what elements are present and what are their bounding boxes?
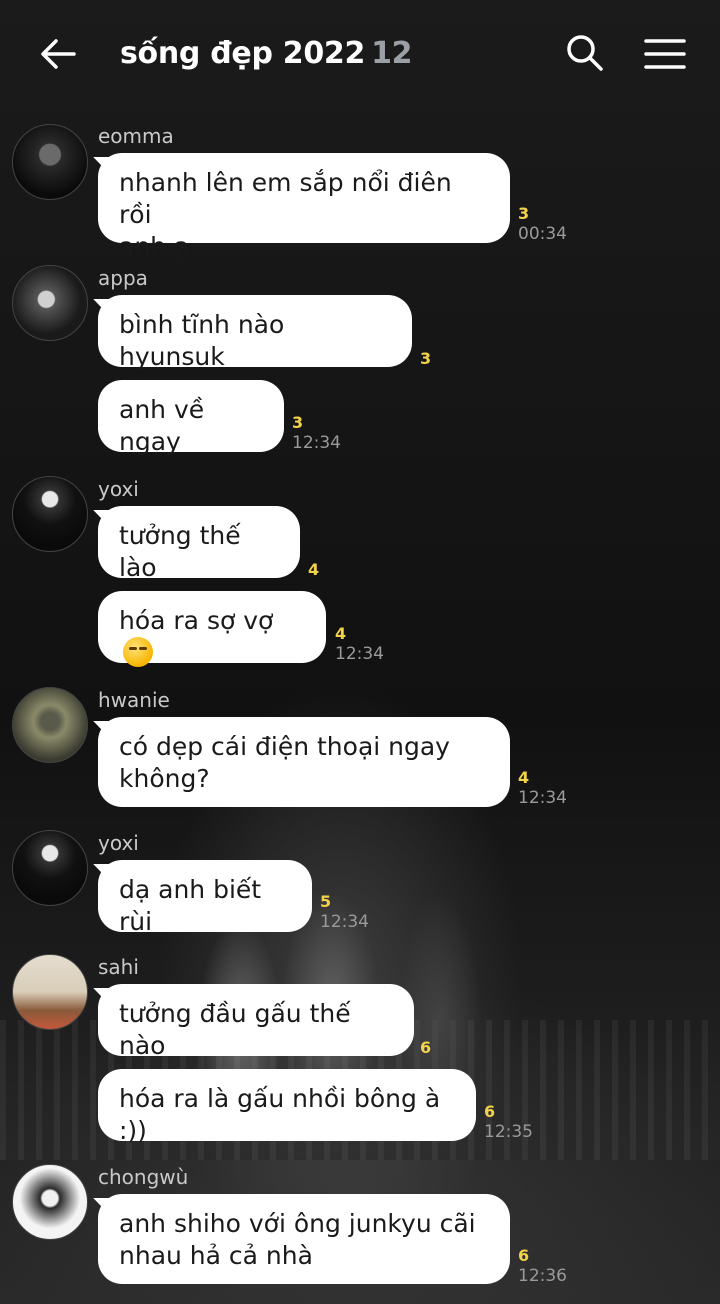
avatar-sahi[interactable]: [12, 954, 88, 1030]
unread-count: 5: [320, 892, 332, 911]
message-time: 12:35: [484, 1122, 533, 1142]
message-time: 12:34: [320, 912, 369, 932]
sender-name: appa: [98, 266, 148, 290]
avatar-yoxi[interactable]: [12, 830, 88, 906]
sender-name: sahi: [98, 955, 139, 979]
unread-count: 4: [335, 624, 347, 643]
message-time: 00:34: [518, 224, 567, 244]
sender-name: eomma: [98, 124, 174, 148]
message-time: 12:34: [518, 788, 567, 808]
message-bubble[interactable]: tưởng đầu gấu thế nào: [98, 984, 414, 1060]
message-line: anh shiho với ông junkyu cãi: [119, 1209, 476, 1238]
message-line: anh ạ: [119, 232, 190, 261]
hamburger-menu-icon[interactable]: [644, 38, 686, 70]
avatar-chongwu[interactable]: [12, 1164, 88, 1240]
message-line: nhau hả cả nhà: [119, 1241, 313, 1270]
unread-count: 4: [308, 560, 320, 579]
unread-count: 4: [518, 768, 530, 787]
sender-name: hwanie: [98, 688, 170, 712]
message-line: không?: [119, 764, 210, 793]
message-text: anh về ngay: [119, 395, 205, 456]
unread-count: 6: [518, 1246, 530, 1265]
message-text: tưởng thế lào: [119, 521, 241, 582]
unread-count: 6: [484, 1102, 496, 1121]
avatar-eomma[interactable]: [12, 124, 88, 200]
message-text: bình tĩnh nào hyunsuk: [119, 310, 285, 371]
message-time: 12:34: [335, 644, 384, 664]
chat-header: sống đẹp 2022 12: [0, 0, 720, 108]
sender-name: chongwù: [98, 1165, 189, 1189]
message-bubble[interactable]: hóa ra sợ vợ: [98, 591, 326, 667]
message-time: 12:36: [518, 1266, 567, 1286]
message-bubble[interactable]: hóa ra là gấu nhồi bông à :)): [98, 1069, 476, 1145]
search-icon[interactable]: [566, 34, 604, 72]
sender-name: yoxi: [98, 477, 139, 501]
avatar-hwanie[interactable]: [12, 687, 88, 763]
message-bubble[interactable]: nhanh lên em sắp nổi điên rồi anh ạ: [98, 153, 510, 261]
unread-count: 3: [518, 204, 530, 223]
message-text: hóa ra sợ vợ: [119, 606, 274, 635]
message-bubble[interactable]: anh về ngay: [98, 380, 284, 456]
chat-title: sống đẹp 2022 12: [120, 36, 413, 71]
arrow-left-icon[interactable]: [38, 36, 78, 72]
group-name: sống đẹp 2022: [120, 36, 366, 71]
message-line: nhanh lên em sắp nổi điên rồi: [119, 168, 452, 229]
message-text: hóa ra là gấu nhồi bông à :)): [119, 1084, 441, 1145]
avatar-yoxi[interactable]: [12, 476, 88, 552]
sender-name: yoxi: [98, 831, 139, 855]
member-count: 12: [371, 36, 413, 71]
avatar-appa[interactable]: [12, 265, 88, 341]
message-bubble[interactable]: bình tĩnh nào hyunsuk: [98, 295, 412, 371]
message-text: dạ anh biết rùi: [119, 875, 262, 936]
message-bubble[interactable]: dạ anh biết rùi: [98, 860, 312, 936]
message-time: 12:34: [292, 433, 341, 453]
message-line: có dẹp cái điện thoại ngay: [119, 732, 450, 761]
unread-count: 3: [292, 413, 304, 432]
unread-count: 3: [420, 349, 432, 368]
message-bubble[interactable]: có dẹp cái điện thoại ngay không?: [98, 717, 510, 807]
unread-count: 6: [420, 1038, 432, 1057]
smirking-face-emoji: [123, 637, 153, 667]
message-bubble[interactable]: anh shiho với ông junkyu cãi nhau hả cả …: [98, 1194, 510, 1284]
message-text: tưởng đầu gấu thế nào: [119, 999, 351, 1060]
message-bubble[interactable]: tưởng thế lào: [98, 506, 300, 582]
